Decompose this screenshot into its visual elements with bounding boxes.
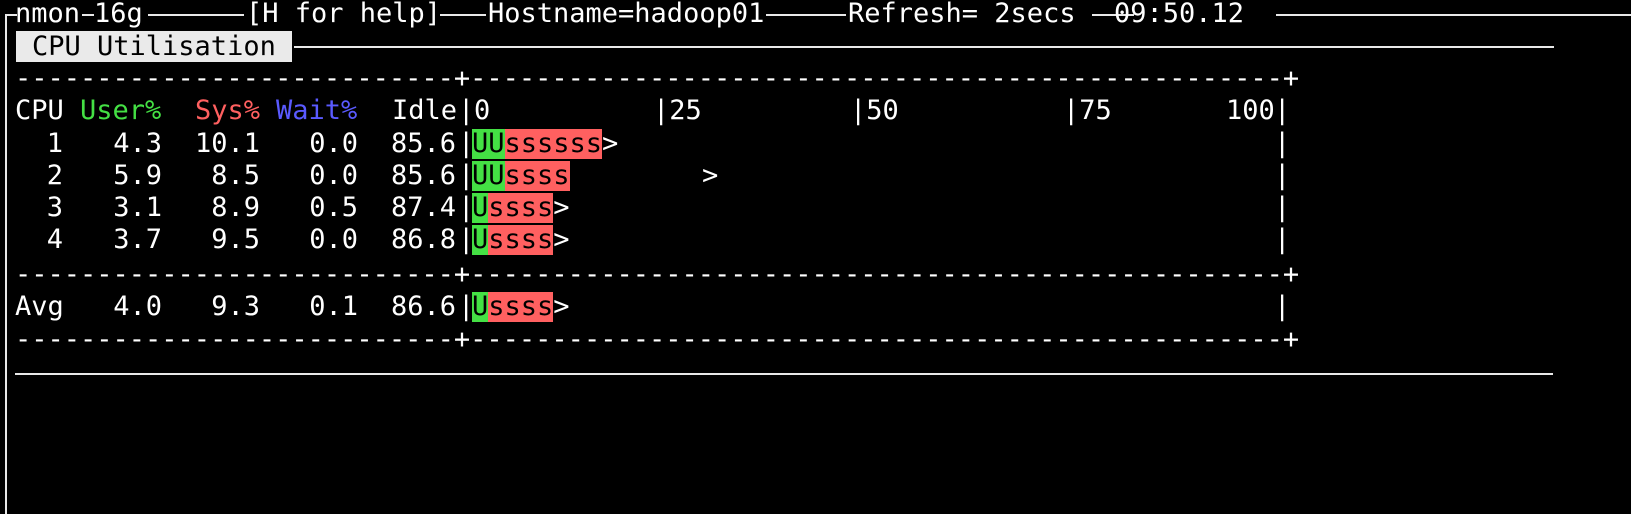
cpu-id: 1	[46, 128, 63, 159]
cpu-id: 3	[46, 192, 63, 223]
user-pct: 4.3	[113, 128, 162, 159]
bar-sys-segment: ssss	[488, 192, 554, 223]
idle-pct: 86.6	[390, 291, 456, 322]
user-pct: 3.1	[113, 192, 162, 223]
user-pct: 3.7	[113, 224, 162, 255]
bar-end-marker: >	[702, 160, 719, 191]
scale-100: 100	[1226, 95, 1275, 126]
cpu-id: 2	[46, 160, 63, 191]
sys-pct: 9.3	[211, 291, 260, 322]
bar-user-segment: U	[472, 291, 489, 322]
scale-25: |25	[653, 95, 702, 126]
idle-pct: 85.6	[390, 160, 456, 191]
app-version: 16g	[94, 0, 143, 29]
left-border	[5, 14, 7, 514]
panel-top-border	[294, 46, 1554, 48]
user-pct: 4.0	[113, 291, 162, 322]
table-separator-top: ---------------------------+------------…	[15, 63, 1300, 94]
table-separator-bottom: ---------------------------+------------…	[15, 324, 1300, 355]
wait-pct: 0.0	[309, 224, 358, 255]
bar-right-edge: |	[1274, 192, 1291, 223]
panel-bottom-border	[15, 373, 1553, 375]
col-header-wait: Wait%	[276, 95, 358, 126]
idle-pct: 85.6	[390, 128, 456, 159]
bar-end-marker: >	[553, 224, 570, 255]
col-header-sys: Sys%	[195, 95, 261, 126]
help-hint: [H for help]	[246, 0, 442, 29]
bar-user-segment: UU	[472, 128, 505, 159]
sys-pct: 9.5	[211, 224, 260, 255]
col-header-cpu: CPU	[15, 95, 64, 126]
idle-pct: 86.8	[390, 224, 456, 255]
sys-pct: 8.9	[211, 192, 260, 223]
sys-pct: 8.5	[211, 160, 260, 191]
bar-right-edge: |	[1274, 128, 1291, 159]
table-separator-middle: ---------------------------+------------…	[15, 259, 1300, 290]
bar-user-segment: U	[472, 224, 489, 255]
bar-sys-segment: ssss	[504, 160, 570, 191]
bar-right-edge: |	[1274, 224, 1291, 255]
wait-pct: 0.0	[309, 128, 358, 159]
hostname: Hostname=hadoop01	[488, 0, 765, 29]
wait-pct: 0.0	[309, 160, 358, 191]
sys-pct: 10.1	[194, 128, 260, 159]
bar-right-edge: |	[1274, 160, 1291, 191]
user-pct: 5.9	[113, 160, 162, 191]
refresh-interval: Refresh= 2secs	[848, 0, 1076, 29]
bar-sys-segment: ssss	[488, 224, 554, 255]
cpu-id: 4	[46, 224, 63, 255]
cpu-id: Avg	[15, 291, 64, 322]
col-header-idle: Idle	[392, 95, 458, 126]
app-name: nmon	[15, 0, 81, 29]
nmon-terminal: nmon 16g [H for help] Hostname=hadoop01 …	[0, 0, 1631, 514]
bar-user-segment: U	[472, 192, 489, 223]
wait-pct: 0.1	[309, 291, 358, 322]
bar-end-marker: >	[553, 192, 570, 223]
wait-pct: 0.5	[309, 192, 358, 223]
panel-tab: CPU Utilisation	[16, 31, 292, 62]
bar-sys-segment: ssss	[488, 291, 554, 322]
scale-75: |75	[1063, 95, 1112, 126]
bar-right-edge: |	[1274, 291, 1291, 322]
col-header-user: User%	[80, 95, 162, 126]
clock: 09:50.12	[1114, 0, 1245, 29]
bar-end-marker: >	[602, 128, 619, 159]
scale-separator: |	[458, 95, 475, 126]
bar-sys-segment: ssssss	[504, 128, 603, 159]
scale-50: |50	[850, 95, 899, 126]
panel-title: CPU Utilisation	[32, 31, 276, 62]
scale-0: 0	[474, 95, 491, 126]
idle-pct: 87.4	[390, 192, 456, 223]
bar-user-segment: UU	[472, 160, 505, 191]
bar-end-marker: >	[553, 291, 570, 322]
